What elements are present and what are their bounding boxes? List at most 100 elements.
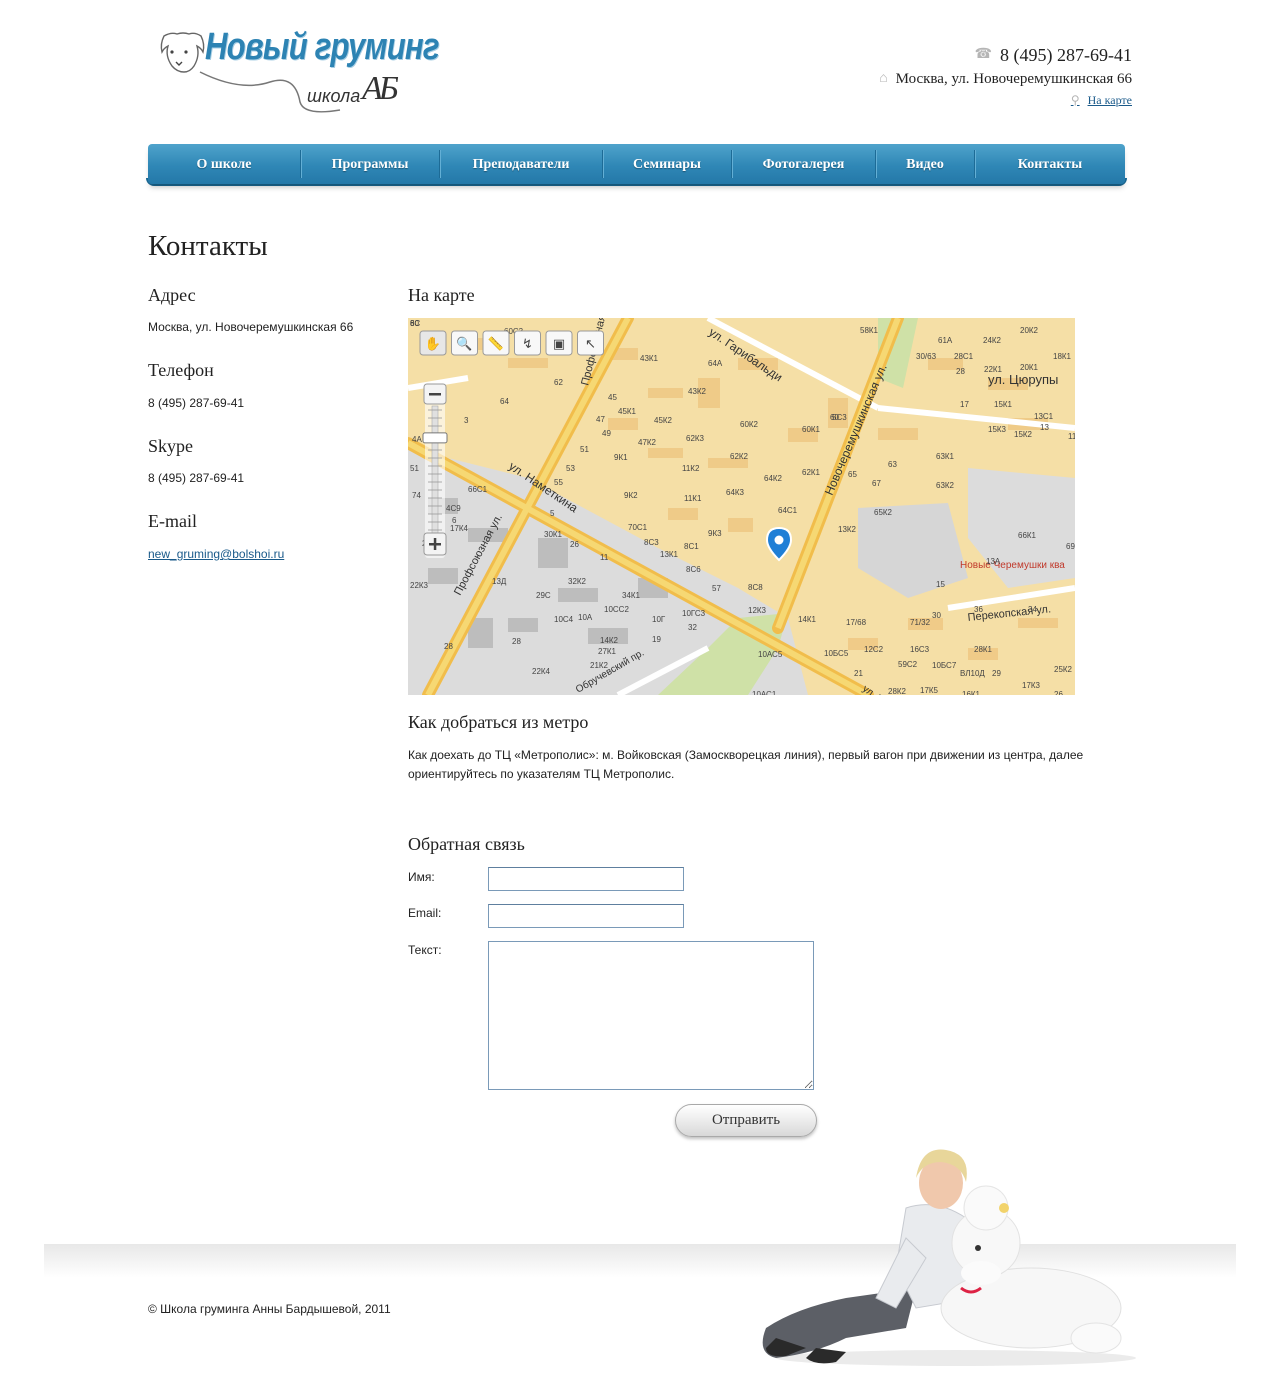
skype-text: 8 (495) 287-69-41 [148,471,245,485]
building-number: 12К3 [748,606,767,615]
building-number: 45 [608,393,617,402]
building-number: 57 [712,584,721,593]
email-link[interactable]: new_gruming@bolshoi.ru [148,547,284,561]
building-number: 13 [1040,423,1049,432]
building-number: 10БС7 [932,661,957,670]
email-field[interactable] [488,904,684,928]
building-number: 47К2 [638,438,657,447]
nav-item-video[interactable]: Видео [876,144,974,184]
building-number: 16К1 [962,690,981,695]
building-number: 45К2 [654,416,673,425]
building-number: 3 [464,416,469,425]
building-number: 27К1 [598,647,617,656]
building-number: 21К2 [590,661,609,670]
building-number: 29 [992,669,1001,678]
map-canvas[interactable]: ул. Гарибальди Новочеремушкинская ул. ул… [408,318,1075,695]
street-label: ул. Цюрупы [988,372,1058,387]
building-number: 36 [974,605,983,614]
map-heading: На карте [408,285,475,305]
building-number: 51 [580,445,589,454]
svg-text:🔍: 🔍 [456,335,472,352]
nav-item-contacts[interactable]: Контакты [975,144,1125,184]
building-number: 60К2 [740,420,759,429]
building-number: 14К1 [798,615,817,624]
building-number: 58К1 [860,326,879,335]
building-number: 9К2 [624,491,638,500]
building-number: 28С1 [954,352,974,361]
building-number: 65К2 [874,508,893,517]
building-number: 17 [960,400,969,409]
header-address: Москва, ул. Новочеремушкинская 66 [895,70,1132,87]
building-number: 10АС5 [758,650,783,659]
zoom-thumb[interactable] [422,432,448,444]
building-number: 62 [554,378,563,387]
nav-item-about[interactable]: О школе [148,144,300,184]
info-cursor-icon[interactable]: ↖ [577,330,604,356]
building-number: 9К3 [708,529,722,538]
building-number: 71/32 [910,618,931,627]
nav-item-seminars[interactable]: Семинары [603,144,731,184]
name-field[interactable] [488,867,684,891]
building-number: 22К3 [410,581,429,590]
nav-item-teachers[interactable]: Преподаватели [440,144,602,184]
building-number: 26 [570,540,579,549]
street-label: ул. К [860,683,884,695]
zoom-slider[interactable] [422,383,448,558]
building-number: 26 [1054,690,1063,695]
layers-icon[interactable]: ▣ [545,330,573,356]
building-number: 62К3 [686,434,705,443]
email-heading: E-mail [148,511,197,531]
building-number: 4А [412,435,422,444]
hand-tool-icon[interactable]: ✋ [419,330,447,356]
zoom-tool-icon[interactable]: 🔍 [451,330,478,356]
logo-subtitle: школа [307,86,361,106]
map-pin-icon[interactable] [765,526,793,562]
building-number: 15 [936,580,945,589]
ruler-icon[interactable]: 📏 [482,330,510,356]
route-icon[interactable]: ↯ [514,330,541,356]
building-number: 16С3 [910,645,930,654]
building-number: 8С1 [684,542,699,551]
building-number: 28К2 [888,687,907,695]
building-number: 17/68 [846,618,867,627]
logo[interactable]: Новый груминг школа АБ [150,22,440,117]
building-number: 11К2 [682,464,700,473]
header-phone: 8 (495) 287-69-41 [1000,44,1132,65]
building-number: 32К2 [568,577,587,586]
building-number: 8С3 [644,538,659,547]
building-number: 20К1 [1020,363,1039,372]
building-number: 34К1 [622,591,641,600]
building-number: 17К5 [920,686,939,695]
building-number: 64К3 [726,488,745,497]
building-number: 11К1 [684,494,702,503]
building-number: 28 [512,637,521,646]
map-link[interactable]: На карте [1088,93,1132,108]
building-number: 13А [986,557,1001,566]
street-label: Новые Черемушки ква [960,560,1065,571]
submit-button[interactable]: Отправить [675,1104,817,1137]
page-title: Контакты [148,230,268,262]
nav-item-gallery[interactable]: Фотогалерея [732,144,875,184]
message-textarea[interactable] [488,941,814,1090]
building-number: 34 [1028,605,1037,614]
building-number: 5 [550,509,555,518]
building-number: 49 [602,429,611,438]
building-number: 55 [554,478,563,487]
header-contacts: ☎ 8 (495) 287-69-41 ⌂ Москва, ул. Новоче… [879,42,1132,110]
address-heading: Адрес [148,285,196,305]
copyright: © Школа груминга Анны Бардышевой, 2011 [148,1302,391,1316]
building-number: 15К1 [994,400,1013,409]
building-number: 17К4 [450,524,469,533]
building-number: 9К1 [614,453,628,462]
svg-text:✋: ✋ [425,336,441,352]
building-number: 28 [444,642,453,651]
building-number: 13К2 [838,525,857,534]
building-number: 18К1 [1053,352,1072,361]
main-nav: О школе Программы Преподаватели Семинары… [146,144,1127,188]
map[interactable]: ул. Гарибальди Новочеремушкинская ул. ул… [408,318,1075,695]
nav-item-programs[interactable]: Программы [301,144,439,184]
building-number: 30/63 [916,352,937,361]
building-number: 15К3 [988,425,1007,434]
building-number: 11 [1068,432,1075,441]
building-number: 10СС2 [604,605,629,614]
